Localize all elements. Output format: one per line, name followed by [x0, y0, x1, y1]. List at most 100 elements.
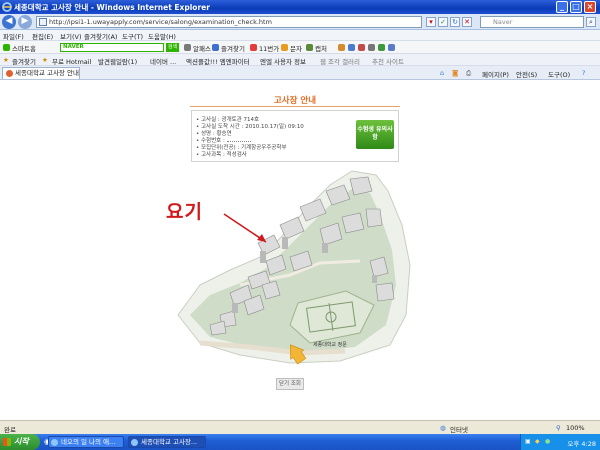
- address-input[interactable]: http://ipsi1-1.uwayapply.com/service/sal…: [36, 16, 422, 28]
- home-icon[interactable]: ⌂: [440, 69, 444, 77]
- masked-value: [226, 139, 251, 142]
- favorites-star-icon: ★: [3, 56, 9, 64]
- clock: 오후 4:28: [567, 440, 596, 448]
- naver-item-sms[interactable]: 문자: [290, 43, 302, 53]
- window-title-bar: 세종대학교 고사장 안내 - Windows Internet Explorer…: [0, 0, 600, 14]
- gate-label: 세종대학교 정문: [313, 342, 347, 348]
- page-content: 고사장 안내 • 고사실 : 광개토관 714호 • 고사실 도착 시간 : 2…: [0, 80, 600, 420]
- favorite-item[interactable]: 액션플값!!! 엠엔파이터: [186, 56, 250, 66]
- address-url: http://ipsi1-1.uwayapply.com/service/sal…: [49, 18, 272, 26]
- naver-smarthome-label[interactable]: 스마트홈: [12, 43, 36, 53]
- help-icon[interactable]: ?: [582, 69, 585, 77]
- minimize-button[interactable]: _: [556, 1, 568, 13]
- search-icon[interactable]: ⌕: [586, 17, 596, 27]
- close-window-button[interactable]: ×: [584, 1, 596, 13]
- menu-view[interactable]: 보기(V): [60, 31, 81, 41]
- taskbar-item[interactable]: 세종대학교 고사장...: [128, 436, 206, 448]
- annotation-arrow-icon: [223, 213, 267, 243]
- ie-taskbar-icon: [131, 439, 138, 446]
- forward-button[interactable]: ▶: [18, 15, 32, 29]
- dropdown-icon[interactable]: ▾: [426, 17, 436, 27]
- favorite-item[interactable]: 웹 조각 갤러리: [320, 56, 360, 66]
- print-icon[interactable]: ⎙: [466, 69, 471, 78]
- address-toolbar: ◀ ▶ http://ipsi1-1.uwayapply.com/service…: [0, 14, 600, 30]
- toolbar-tool-icon[interactable]: [338, 44, 345, 51]
- command-safety[interactable]: 안전(S): [516, 69, 537, 79]
- favorites-label[interactable]: 즐겨찾기: [12, 56, 36, 66]
- close-page-button[interactable]: 닫기 조회: [276, 378, 304, 390]
- notice-button[interactable]: 수험생 유의사항: [356, 120, 394, 149]
- alpass-icon: [184, 44, 191, 51]
- toolbar-tool-icon[interactable]: [378, 44, 385, 51]
- star-icon: [212, 44, 219, 51]
- refresh-icon[interactable]: ↻: [450, 17, 460, 27]
- title-divider: [190, 106, 400, 107]
- naver-search-value: NAVER: [63, 44, 84, 50]
- windows-logo-icon: [3, 438, 11, 446]
- toolbar-tool-icon[interactable]: [388, 44, 395, 51]
- compat-view-icon[interactable]: ✓: [438, 17, 448, 27]
- naver-logo-icon: [3, 44, 10, 51]
- internet-zone-icon: ◍: [440, 424, 446, 432]
- exam-info-box: • 고사실 : 광개토관 714호 • 고사실 도착 시간 : 2010.10.…: [191, 110, 399, 162]
- menu-help[interactable]: 도움말(H): [148, 31, 176, 41]
- toolbar-tool-icon[interactable]: [348, 44, 355, 51]
- ie-logo-icon: [2, 2, 12, 12]
- zoom-icon: ⚲: [556, 424, 561, 432]
- status-bar: 완료 ◍ 인터넷 ⚲ 100%: [0, 420, 600, 434]
- command-tools[interactable]: 도구(O): [548, 69, 570, 79]
- feeds-icon[interactable]: ◙: [452, 69, 458, 77]
- toolbar-tool-icon[interactable]: [368, 44, 375, 51]
- menu-tools[interactable]: 도구(T): [122, 31, 143, 41]
- menu-favorites[interactable]: 즐겨찾기(A): [84, 31, 117, 41]
- favorite-item[interactable]: 무료 Hotmail: [52, 56, 91, 66]
- toolbar-tool-icon[interactable]: [358, 44, 365, 51]
- system-tray: ▣ ◆ ● 오후 4:28: [520, 434, 600, 450]
- tab-label: 세종대학교 고사장 안내: [15, 69, 79, 77]
- capture-icon: [306, 44, 313, 51]
- maximize-button[interactable]: □: [570, 1, 582, 13]
- stop-icon[interactable]: ✕: [462, 17, 472, 27]
- naver-item-favorites[interactable]: 즐겨찾기: [221, 43, 245, 53]
- tab-bar: 세종대학교 고사장 안내 ⌂ ◙ ⎙ 페이지(P) 안전(S) 도구(O) ?: [0, 66, 600, 80]
- favorite-item[interactable]: 네이버 ...: [150, 56, 176, 66]
- start-label: 시작: [14, 437, 29, 446]
- tray-icon[interactable]: ●: [545, 438, 550, 445]
- tray-icon[interactable]: ▣: [525, 438, 531, 445]
- status-text: 완료: [4, 426, 16, 434]
- tab-exam-site[interactable]: 세종대학교 고사장 안내: [2, 67, 80, 79]
- page-title: 고사장 안내: [273, 96, 317, 106]
- window-title: 세종대학교 고사장 안내 - Windows Internet Explorer: [14, 3, 210, 12]
- menu-file[interactable]: 파일(F): [3, 31, 24, 41]
- campus-map: [177, 170, 411, 365]
- menu-bar: 파일(F) 편집(E) 보기(V) 즐겨찾기(A) 도구(T) 도움말(H): [0, 30, 600, 41]
- 11st-icon: [250, 44, 257, 51]
- zoom-level[interactable]: 100%: [566, 424, 585, 432]
- command-page[interactable]: 페이지(P): [482, 69, 509, 79]
- sms-icon: [281, 44, 288, 51]
- back-button[interactable]: ◀: [2, 15, 16, 29]
- taskbar-item-label: 세종대학교 고사장...: [141, 438, 198, 446]
- taskbar-item[interactable]: 네오의 일 나의 애...: [48, 436, 124, 448]
- annotation-label: 요기: [166, 201, 203, 223]
- naver-toolbar: 스마트홈 NAVER 검색 알패스 즐겨찾기 11번가 문자 캡처: [0, 41, 600, 54]
- favorite-item[interactable]: 발견웹일람(1): [98, 56, 137, 66]
- tray-icon[interactable]: ◆: [535, 438, 540, 445]
- search-input[interactable]: Naver: [480, 16, 584, 28]
- naver-search-input[interactable]: NAVER: [60, 43, 164, 52]
- tab-page-icon: [6, 70, 13, 77]
- ie-taskbar-icon: [51, 439, 58, 446]
- menu-edit[interactable]: 편집(E): [32, 31, 53, 41]
- favorite-item[interactable]: 엔엘 사용자 정보: [260, 56, 306, 66]
- add-favorite-icon[interactable]: ★: [42, 56, 48, 64]
- favorite-item[interactable]: 추천 사이트: [372, 56, 404, 66]
- taskbar: 시작 ◉ 네오의 일 나의 애... 세종대학교 고사장... ▣ ◆ ● 오후…: [0, 434, 600, 450]
- naver-item-alpass[interactable]: 알패스: [193, 43, 211, 53]
- naver-search-button[interactable]: 검색: [166, 43, 179, 52]
- taskbar-item-label: 네오의 일 나의 애...: [61, 438, 116, 446]
- naver-item-capture[interactable]: 캡처: [315, 43, 327, 53]
- start-button[interactable]: 시작: [0, 434, 40, 450]
- page-icon: [39, 18, 47, 26]
- favorites-bar: ★ 즐겨찾기 ★ 무료 Hotmail 발견웹일람(1) 네이버 ... 액션플…: [0, 54, 600, 66]
- naver-item-11st[interactable]: 11번가: [259, 43, 279, 53]
